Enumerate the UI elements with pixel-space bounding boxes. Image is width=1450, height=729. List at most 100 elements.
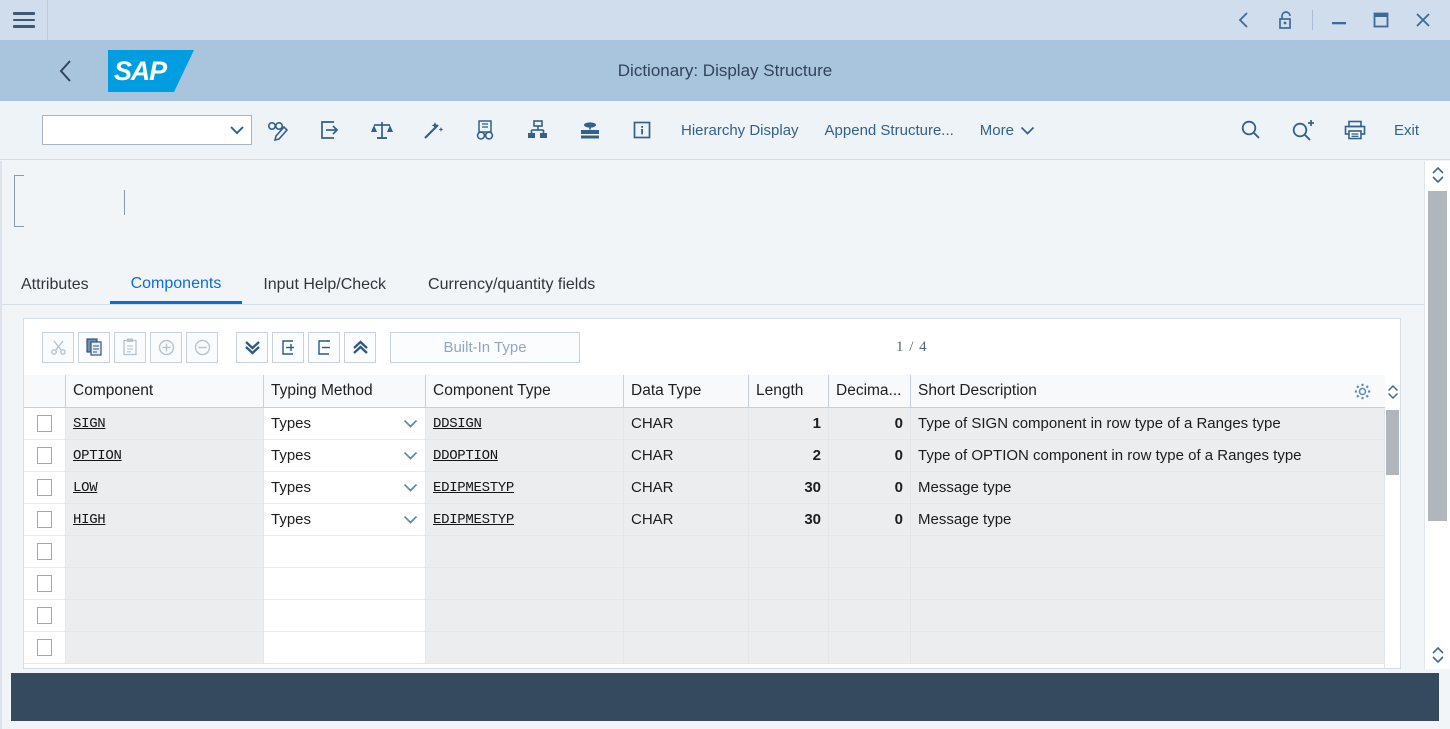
- table-row[interactable]: [24, 600, 1400, 632]
- cell-short-description[interactable]: [911, 568, 1400, 599]
- chevron-down-icon[interactable]: [1431, 655, 1445, 664]
- chevron-down-icon[interactable]: [403, 515, 418, 524]
- cell-decimals[interactable]: 0: [829, 408, 911, 439]
- cell-decimals[interactable]: 0: [829, 472, 911, 503]
- column-header-typing-method[interactable]: Typing Method: [264, 375, 426, 407]
- tab-input-help-check[interactable]: Input Help/Check: [242, 266, 407, 304]
- chevron-up-icon[interactable]: [1431, 166, 1445, 175]
- row-checkbox-cell[interactable]: [24, 632, 66, 663]
- select-all-cell[interactable]: [24, 375, 66, 407]
- component-type-link[interactable]: EDIPMESTYP: [433, 480, 514, 496]
- cell-component[interactable]: [66, 632, 264, 663]
- row-checkbox[interactable]: [37, 543, 52, 560]
- chevron-down-icon[interactable]: [403, 451, 418, 460]
- cell-typing-method[interactable]: Types: [264, 440, 426, 471]
- cell-length[interactable]: 30: [749, 504, 829, 535]
- chevron-down-icon[interactable]: [1431, 175, 1445, 184]
- cell-short-description[interactable]: [911, 632, 1400, 663]
- cell-typing-method[interactable]: Types: [264, 472, 426, 503]
- display-change-icon[interactable]: [252, 110, 304, 150]
- column-header-component[interactable]: Component: [66, 375, 264, 407]
- back-icon[interactable]: [1223, 0, 1265, 40]
- search-next-icon[interactable]: [1277, 110, 1329, 150]
- page-vertical-scrollbar[interactable]: [1424, 161, 1450, 669]
- cell-typing-method[interactable]: Types: [264, 408, 426, 439]
- exit-button[interactable]: Exit: [1381, 110, 1432, 150]
- component-type-link[interactable]: DDOPTION: [433, 448, 498, 464]
- cell-component-type[interactable]: EDIPMESTYP: [426, 472, 624, 503]
- cell-component[interactable]: HIGH: [66, 504, 264, 535]
- row-checkbox-cell[interactable]: [24, 472, 66, 503]
- cell-short-description[interactable]: [911, 536, 1400, 567]
- chevron-up-icon[interactable]: [1431, 646, 1445, 655]
- append-structure-button[interactable]: Append Structure...: [812, 110, 967, 150]
- cell-decimals[interactable]: [829, 600, 911, 631]
- table-row[interactable]: OPTION Types DDOPTION CHAR 2 0 Type of O…: [24, 440, 1400, 472]
- cell-typing-method[interactable]: [264, 536, 426, 567]
- scroll-down-button[interactable]: [236, 332, 268, 363]
- delete-row-button[interactable]: [308, 332, 340, 363]
- tab-currency-quantity-fields[interactable]: Currency/quantity fields: [407, 266, 616, 304]
- chevron-down-icon[interactable]: [403, 419, 418, 428]
- table-row[interactable]: SIGN Types DDSIGN CHAR 1 0 Type of SIGN …: [24, 408, 1400, 440]
- column-header-data-type[interactable]: Data Type: [624, 375, 749, 407]
- cell-short-description[interactable]: Message type: [911, 472, 1400, 503]
- table-row[interactable]: [24, 536, 1400, 568]
- cell-typing-method[interactable]: [264, 600, 426, 631]
- table-row[interactable]: [24, 568, 1400, 600]
- cell-length[interactable]: [749, 536, 829, 567]
- cell-component-type[interactable]: [426, 568, 624, 599]
- insert-row-button[interactable]: [272, 332, 304, 363]
- cell-length[interactable]: 30: [749, 472, 829, 503]
- column-header-component-type[interactable]: Component Type: [426, 375, 624, 407]
- component-link[interactable]: OPTION: [73, 448, 122, 464]
- cell-decimals[interactable]: [829, 632, 911, 663]
- row-checkbox[interactable]: [37, 415, 52, 432]
- table-scroll-arrows[interactable]: [1385, 375, 1400, 408]
- component-link[interactable]: SIGN: [73, 416, 105, 432]
- row-checkbox-cell[interactable]: [24, 536, 66, 567]
- info-icon[interactable]: [616, 110, 668, 150]
- cell-component[interactable]: OPTION: [66, 440, 264, 471]
- row-checkbox[interactable]: [37, 479, 52, 496]
- page-scroll-thumb[interactable]: [1428, 191, 1447, 521]
- cell-component[interactable]: SIGN: [66, 408, 264, 439]
- table-vertical-scrollbar[interactable]: [1384, 408, 1400, 668]
- copy-button[interactable]: [78, 332, 110, 363]
- cut-button[interactable]: [42, 332, 74, 363]
- database-utility-icon[interactable]: [564, 110, 616, 150]
- cell-decimals[interactable]: [829, 536, 911, 567]
- cell-component-type[interactable]: [426, 632, 624, 663]
- component-link[interactable]: HIGH: [73, 512, 105, 528]
- scroll-up-button[interactable]: [344, 332, 376, 363]
- row-checkbox[interactable]: [37, 575, 52, 592]
- cell-data-type[interactable]: [624, 632, 749, 663]
- generate-icon[interactable]: [408, 110, 460, 150]
- cell-length[interactable]: 1: [749, 408, 829, 439]
- cell-length[interactable]: 2: [749, 440, 829, 471]
- print-icon[interactable]: [1329, 110, 1381, 150]
- column-header-decimals[interactable]: Decima...: [829, 375, 911, 407]
- row-checkbox-cell[interactable]: [24, 440, 66, 471]
- cell-decimals[interactable]: [829, 568, 911, 599]
- remove-row-button[interactable]: [186, 332, 218, 363]
- cell-short-description[interactable]: [911, 600, 1400, 631]
- cell-component[interactable]: [66, 600, 264, 631]
- object-select-combo[interactable]: [42, 115, 252, 145]
- add-row-button[interactable]: [150, 332, 182, 363]
- row-checkbox[interactable]: [37, 447, 52, 464]
- row-checkbox-cell[interactable]: [24, 568, 66, 599]
- table-scroll-thumb[interactable]: [1386, 410, 1399, 475]
- cell-component-type[interactable]: DDOPTION: [426, 440, 624, 471]
- row-checkbox-cell[interactable]: [24, 504, 66, 535]
- page-scroll-down-arrows[interactable]: [1425, 641, 1450, 669]
- cell-length[interactable]: [749, 600, 829, 631]
- component-type-link[interactable]: EDIPMESTYP: [433, 512, 514, 528]
- cell-data-type[interactable]: [624, 568, 749, 599]
- column-header-short-description[interactable]: Short Description: [911, 375, 1400, 407]
- cell-data-type[interactable]: CHAR: [624, 408, 749, 439]
- chevron-down-icon[interactable]: [403, 483, 418, 492]
- cell-component-type[interactable]: [426, 600, 624, 631]
- page-scroll-up-arrows[interactable]: [1425, 161, 1450, 189]
- other-object-icon[interactable]: [304, 110, 356, 150]
